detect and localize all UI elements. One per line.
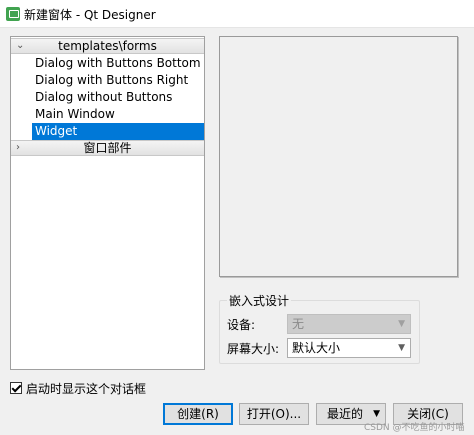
window-title: 新建窗体 - Qt Designer [24, 8, 156, 22]
tree-item-dialog-buttons-bottom[interactable]: Dialog with Buttons Bottom [32, 55, 204, 72]
screen-size-combo[interactable]: 默认大小 ▼ [287, 338, 411, 358]
screen-size-label: 屏幕大小: [227, 342, 280, 356]
device-value: 无 [292, 317, 305, 331]
title-bar[interactable]: 新建窗体 - Qt Designer [0, 0, 474, 28]
chevron-down-icon: ▼ [398, 343, 405, 353]
tree-item-dialog-without-buttons[interactable]: Dialog without Buttons [32, 89, 204, 106]
category-label: 窗口部件 [83, 141, 132, 155]
embedded-design-title: 嵌入式设计 [227, 292, 292, 309]
tree-item-main-window[interactable]: Main Window [32, 106, 204, 123]
create-button[interactable]: 创建(R) [163, 403, 233, 425]
category-label: templates\forms [58, 39, 157, 53]
device-label: 设备: [227, 318, 256, 332]
form-preview [219, 36, 458, 277]
watermark: CSDN @不吃鱼的小时喵 [364, 423, 465, 433]
device-combo: 无 ▼ [287, 314, 411, 334]
chevron-down-icon: ▼ [398, 319, 405, 329]
category-templates-forms[interactable]: ⌄ templates\forms [11, 38, 204, 54]
tree-item-widget[interactable]: Widget [32, 123, 204, 140]
startup-checkbox[interactable] [10, 382, 22, 394]
screen-size-value: 默认大小 [292, 341, 341, 355]
recent-button-label: 最近的 [327, 407, 364, 421]
tree-item-dialog-buttons-right[interactable]: Dialog with Buttons Right [32, 72, 204, 89]
open-button[interactable]: 打开(O)... [239, 403, 309, 425]
template-tree[interactable]: ⌄ templates\forms Dialog with Buttons Bo… [10, 36, 205, 370]
startup-checkbox-label[interactable]: 启动时显示这个对话框 [26, 380, 146, 397]
qt-designer-app-icon [6, 7, 20, 21]
category-widgets[interactable]: › 窗口部件 [11, 140, 204, 156]
